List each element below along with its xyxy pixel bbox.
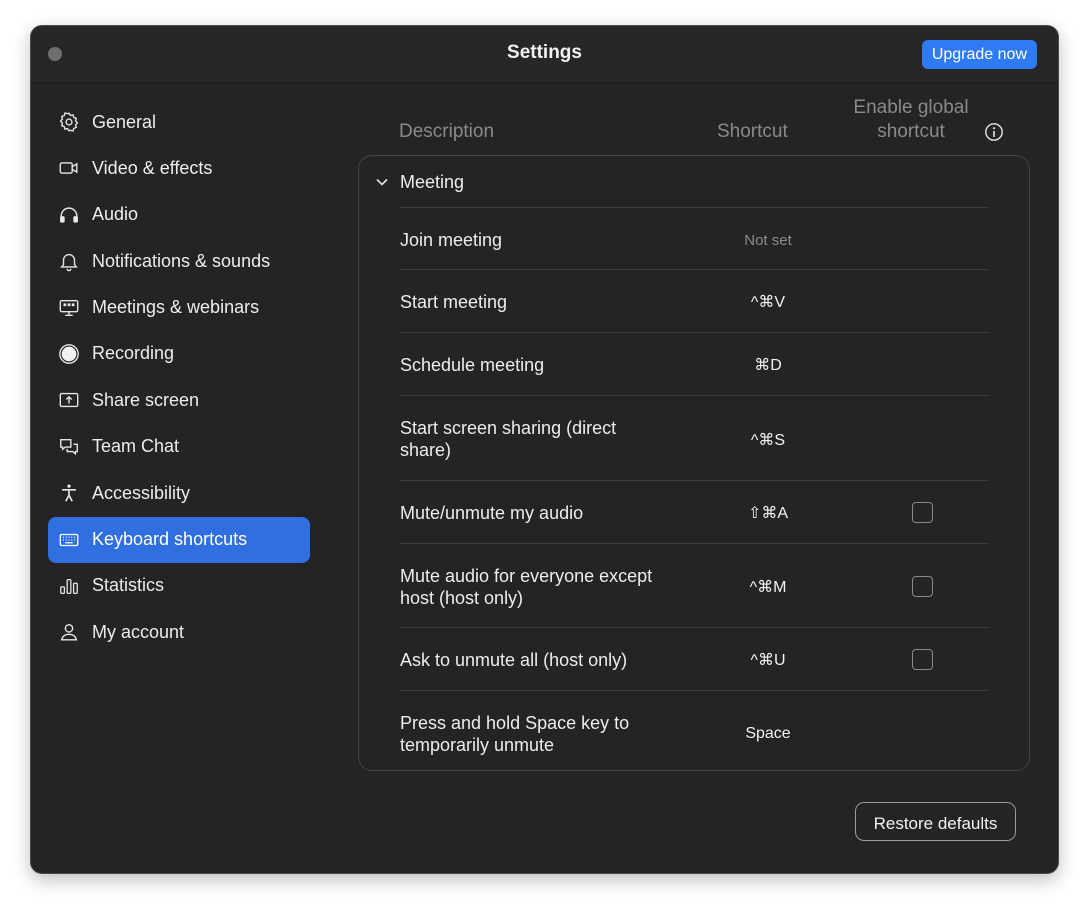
row-shortcut[interactable]: ^⌘V bbox=[718, 292, 818, 312]
sidebar-item-general[interactable]: General bbox=[48, 99, 310, 145]
header-enable-global-line1: Enable global bbox=[853, 97, 969, 118]
global-shortcut-checkbox[interactable] bbox=[912, 649, 933, 670]
header-description: Description bbox=[399, 121, 495, 142]
table-row: Press and hold Space key to temporarily … bbox=[400, 690, 988, 770]
table-row: Start meeting ^⌘V bbox=[400, 269, 988, 332]
keyboard-icon bbox=[58, 529, 80, 551]
row-shortcut[interactable]: Space bbox=[718, 725, 818, 743]
row-description: Mute audio for everyone except host (hos… bbox=[400, 566, 653, 608]
table-row: Start screen sharing (direct share) ^⌘S bbox=[400, 395, 988, 481]
sidebar-item-label: My account bbox=[92, 621, 185, 642]
row-description: Schedule meeting bbox=[400, 355, 545, 375]
sidebar-item-label: Audio bbox=[92, 204, 139, 225]
gear-icon bbox=[58, 111, 80, 133]
row-description: Join meeting bbox=[400, 230, 503, 250]
section-label: Meeting bbox=[400, 172, 465, 192]
table-row: Mute/unmute my audio ⇧⌘A bbox=[400, 480, 988, 543]
table-row: Schedule meeting ⌘D bbox=[400, 332, 988, 395]
sidebar-item-video-effects[interactable]: Video & effects bbox=[48, 145, 310, 191]
person-icon bbox=[58, 621, 80, 643]
global-shortcut-checkbox[interactable] bbox=[912, 576, 933, 597]
chevron-down-icon bbox=[376, 178, 388, 186]
sidebar-item-audio[interactable]: Audio bbox=[48, 192, 310, 238]
sidebar-item-label: Share screen bbox=[92, 389, 200, 410]
bar-chart-icon bbox=[58, 575, 80, 597]
row-shortcut[interactable]: ^⌘M bbox=[718, 577, 818, 597]
headphones-icon bbox=[58, 204, 80, 226]
table-row: Mute audio for everyone except host (hos… bbox=[400, 543, 988, 628]
table-row: Ask to unmute all (host only) ^⌘U bbox=[400, 627, 988, 690]
sidebar-item-label: Team Chat bbox=[92, 436, 180, 457]
row-shortcut[interactable]: ⇧⌘A bbox=[718, 503, 818, 523]
upgrade-now-button[interactable]: Upgrade now bbox=[921, 40, 1037, 69]
header-shortcut: Shortcut bbox=[717, 121, 788, 142]
meetings-icon bbox=[58, 297, 80, 319]
row-shortcut[interactable]: Not set bbox=[718, 232, 818, 249]
settings-sidebar: General Video & effects Audio Notificati… bbox=[48, 99, 310, 656]
sidebar-item-statistics[interactable]: Statistics bbox=[48, 563, 310, 609]
info-icon[interactable] bbox=[984, 122, 1004, 142]
row-shortcut[interactable]: ^⌘S bbox=[718, 430, 818, 450]
video-camera-icon bbox=[58, 157, 80, 179]
sidebar-item-accessibility[interactable]: Accessibility bbox=[48, 470, 310, 516]
sidebar-item-label: Recording bbox=[92, 343, 175, 364]
settings-window: Settings Upgrade now General Video & eff… bbox=[30, 25, 1059, 874]
row-description: Ask to unmute all (host only) bbox=[400, 650, 628, 670]
sidebar-item-meetings-webinars[interactable]: Meetings & webinars bbox=[48, 285, 310, 331]
bell-icon bbox=[58, 250, 80, 272]
section-header-meeting[interactable]: Meeting bbox=[359, 156, 1029, 207]
sidebar-item-share-screen[interactable]: Share screen bbox=[48, 377, 310, 423]
sidebar-item-team-chat[interactable]: Team Chat bbox=[48, 424, 310, 470]
record-icon bbox=[58, 343, 80, 365]
header-enable-global: Enable global shortcut bbox=[846, 96, 976, 144]
global-shortcut-checkbox[interactable] bbox=[912, 502, 933, 523]
row-shortcut[interactable]: ^⌘U bbox=[718, 650, 818, 670]
header-enable-global-line2: shortcut bbox=[877, 121, 945, 142]
share-screen-icon bbox=[58, 389, 80, 411]
row-description: Start meeting bbox=[400, 292, 508, 312]
sidebar-item-label: Statistics bbox=[92, 575, 165, 596]
sidebar-item-keyboard-shortcuts[interactable]: Keyboard shortcuts bbox=[48, 516, 310, 563]
accessibility-icon bbox=[58, 482, 80, 504]
sidebar-item-label: Accessibility bbox=[92, 482, 191, 503]
row-description: Press and hold Space key to temporarily … bbox=[400, 713, 630, 755]
sidebar-item-label: Video & effects bbox=[92, 157, 213, 178]
sidebar-item-my-account[interactable]: My account bbox=[48, 609, 310, 655]
row-shortcut[interactable]: ⌘D bbox=[718, 355, 818, 375]
row-description: Mute/unmute my audio bbox=[400, 503, 584, 523]
sidebar-item-notifications[interactable]: Notifications & sounds bbox=[48, 238, 310, 284]
sidebar-item-label: Notifications & sounds bbox=[92, 250, 271, 271]
sidebar-item-label: Keyboard shortcuts bbox=[92, 529, 248, 550]
sidebar-item-label: Meetings & webinars bbox=[92, 297, 260, 318]
shortcuts-panel: Meeting Join meeting Not set Start meeti… bbox=[358, 155, 1030, 771]
title-bar: Settings Upgrade now bbox=[31, 26, 1058, 83]
row-description: Start screen sharing (direct share) bbox=[400, 418, 617, 460]
sidebar-item-label: General bbox=[92, 111, 157, 132]
sidebar-item-recording[interactable]: Recording bbox=[48, 331, 310, 377]
table-row: Join meeting Not set bbox=[400, 207, 988, 270]
window-title: Settings bbox=[507, 42, 582, 63]
chat-bubbles-icon bbox=[58, 436, 80, 458]
restore-defaults-button[interactable]: Restore defaults bbox=[855, 802, 1016, 841]
